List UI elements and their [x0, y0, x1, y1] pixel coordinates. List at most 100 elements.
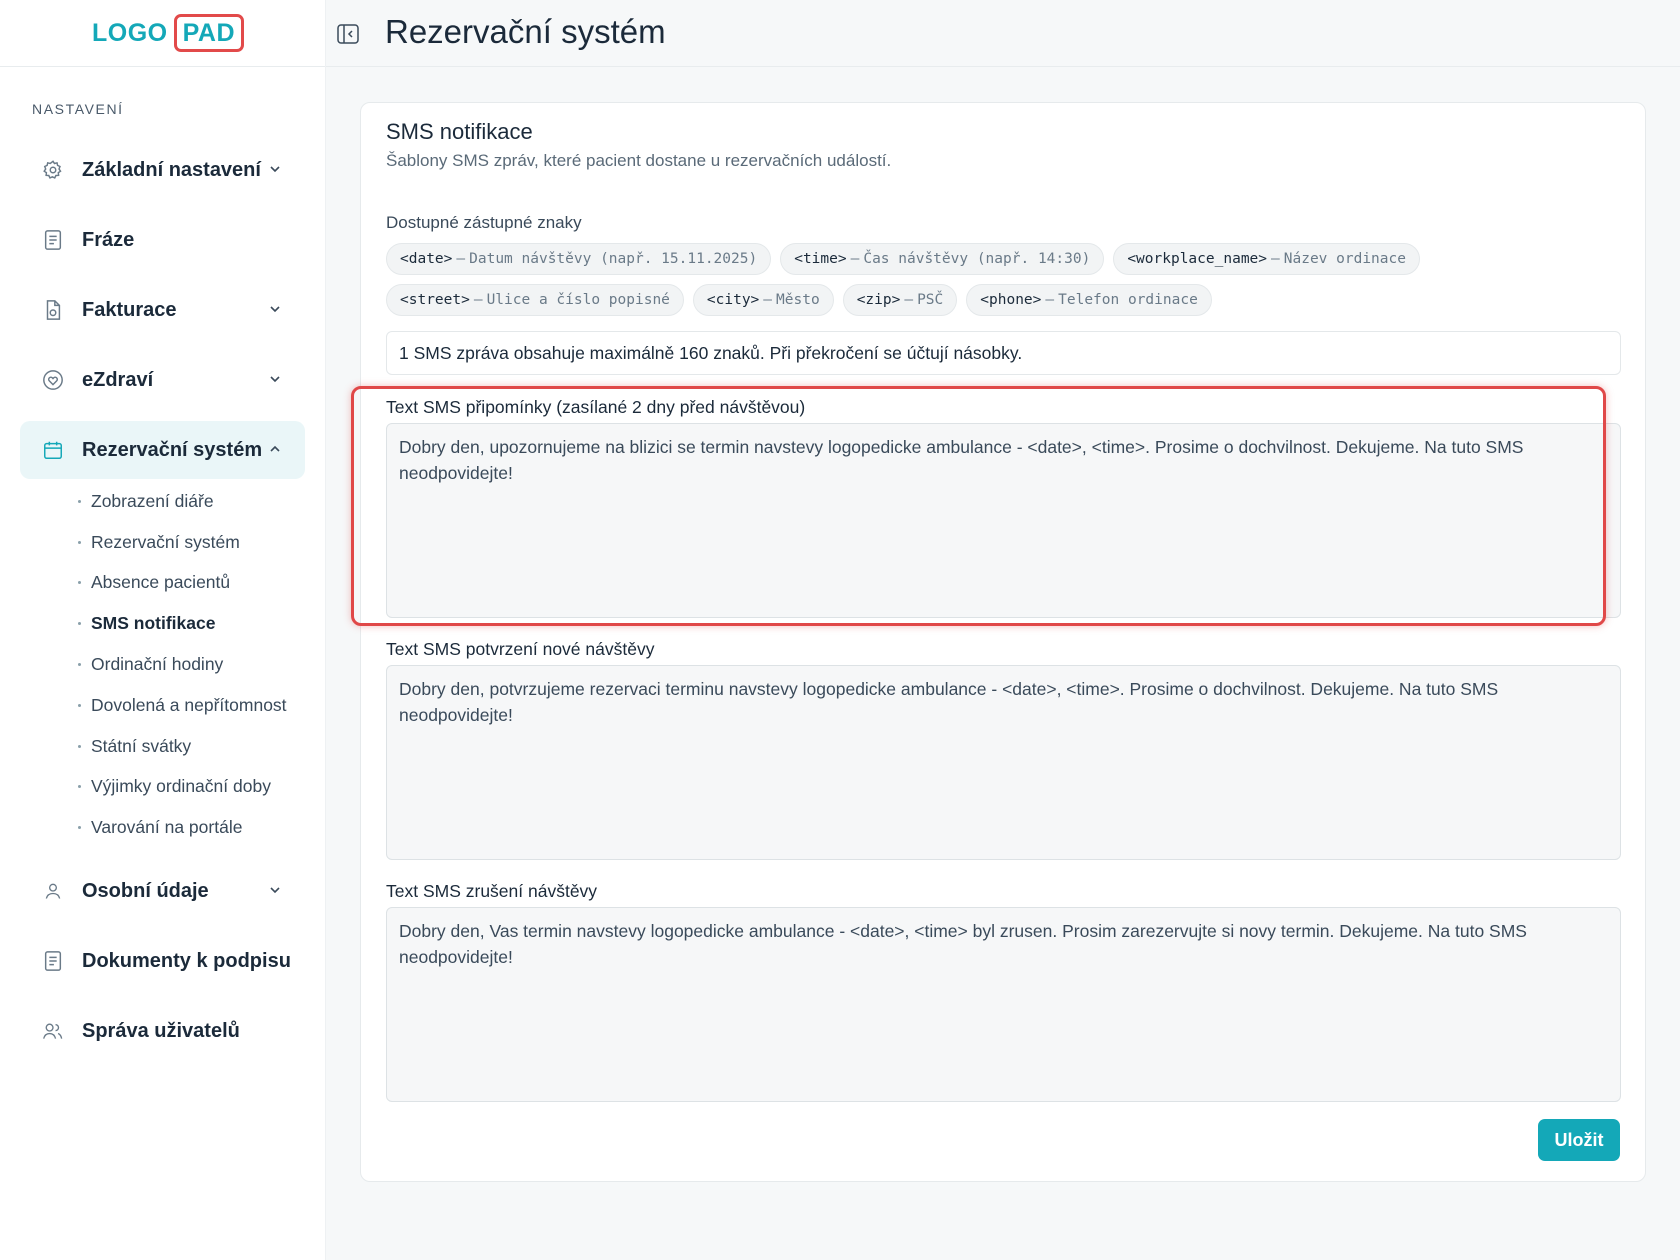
chip-desc: Čas návštěvy (např. 14:30)	[863, 251, 1091, 267]
placeholder-chip-workplace: <workplace_name> – Název ordinace	[1113, 243, 1420, 275]
chevron-up-icon	[270, 445, 280, 452]
chevron-down-icon	[270, 376, 280, 383]
calendar-icon	[42, 439, 64, 461]
sidebar-item-dokumenty[interactable]: Dokumenty k podpisu	[20, 932, 305, 990]
chip-dash: –	[763, 292, 773, 308]
subitem-label: Dovolená a nepřítomnost	[91, 695, 287, 715]
chip-tag: <workplace_name>	[1127, 251, 1268, 267]
bullet-dot	[78, 826, 81, 829]
sidebar-item-label: Fráze	[82, 228, 135, 251]
logo-part-1: LOGO	[92, 18, 168, 47]
sidebar-item-label: Rezervační systém	[82, 438, 263, 461]
chip-desc: Datum návštěvy (např. 15.11.2025)	[469, 251, 758, 267]
logo-part-2: PAD	[173, 14, 245, 52]
reminder-textarea[interactable]: Dobry den, upozornujeme na blizici se te…	[386, 423, 1621, 618]
sidebar-item-label: Základní nastavení	[82, 158, 261, 181]
sms-notification-card: SMS notifikace Šablony SMS zpráv, které …	[351, 102, 1646, 1182]
chip-dash: –	[904, 292, 914, 308]
subitem-label: Rezervační systém	[91, 532, 240, 552]
save-button[interactable]: Uložit	[1538, 1119, 1620, 1161]
subitem-label: SMS notifikace	[91, 613, 216, 633]
gear-icon	[42, 159, 64, 181]
chip-tag: <time>	[794, 251, 847, 267]
invoice-icon	[42, 299, 64, 321]
logo-area: LOGO PAD	[0, 0, 325, 67]
subitem-label: Výjimky ordinační doby	[91, 776, 271, 796]
placeholder-chip-time: <time> – Čas návštěvy (např. 14:30)	[780, 243, 1105, 275]
sidebar-item-osobni-udaje[interactable]: Osobní údaje	[20, 862, 305, 920]
chevron-down-icon	[270, 306, 280, 313]
chip-dash: –	[1045, 292, 1055, 308]
confirmation-label: Text SMS potvrzení nové návštěvy	[386, 639, 655, 659]
sidebar-item-zakladni-nastaveni[interactable]: Základní nastavení	[20, 141, 305, 199]
chip-tag: <zip>	[856, 292, 901, 308]
chip-desc: Ulice a číslo popisné	[486, 292, 670, 308]
chip-row: <street> – Ulice a číslo popisné <city> – Mě…	[386, 284, 1626, 316]
document-icon	[42, 950, 64, 972]
subitem-label: Státní svátky	[91, 736, 192, 756]
bullet-dot	[78, 704, 81, 707]
card-title: SMS notifikace	[386, 119, 533, 144]
users-icon	[42, 1020, 64, 1042]
sidebar-collapse-icon[interactable]	[336, 22, 360, 46]
bullet-dot	[78, 785, 81, 788]
placeholder-chip-phone: <phone> – Telefon ordinace	[966, 284, 1212, 316]
chip-dash: –	[456, 251, 466, 267]
logo[interactable]: LOGO PAD	[92, 14, 245, 52]
sidebar-item-fakturace[interactable]: Fakturace	[20, 281, 305, 339]
sidebar-subitem-sms-notifikace[interactable]: SMS notifikace	[78, 613, 215, 634]
sidebar-subitem-varovani[interactable]: Varování na portále	[78, 817, 242, 838]
sidebar-subitem-dovolena[interactable]: Dovolená a nepřítomnost	[78, 695, 287, 716]
chip-tag: <street>	[400, 292, 470, 308]
bullet-dot	[78, 663, 81, 666]
sidebar-item-label: Osobní údaje	[82, 879, 209, 902]
bullet-dot	[78, 500, 81, 503]
placeholder-chips: <date> – Datum návštěvy (např. 15.11.2025)…	[386, 243, 1626, 325]
chip-row: <date> – Datum návštěvy (např. 15.11.2025)…	[386, 243, 1626, 275]
page-title: Rezervační systém	[385, 13, 666, 50]
chevron-down-icon	[270, 887, 280, 894]
bullet-dot	[78, 622, 81, 625]
heart-shield-icon	[42, 369, 64, 391]
chevron-down-icon	[270, 166, 280, 173]
placeholder-chip-zip: <zip> – PSČ	[842, 284, 958, 316]
chip-dash: –	[1271, 251, 1280, 267]
sidebar-subitem-vyjimky[interactable]: Výjimky ordinační doby	[78, 776, 271, 797]
sidebar-item-label: Správa uživatelů	[82, 1019, 240, 1042]
reminder-label: Text SMS připomínky (zasílané 2 dny před…	[386, 397, 806, 417]
chip-desc: Název ordinace	[1283, 251, 1406, 267]
sidebar-item-label: Dokumenty k podpisu	[82, 949, 291, 972]
chip-dash: –	[850, 251, 860, 267]
sidebar-item-label: Fakturace	[82, 298, 177, 321]
placeholders-label: Dostupné zástupné znaky	[386, 213, 582, 232]
bullet-dot	[78, 541, 81, 544]
chip-desc: Město	[776, 292, 820, 308]
card-subtitle: Šablony SMS zpráv, které pacient dostane…	[386, 151, 892, 170]
chip-tag: <date>	[400, 251, 453, 267]
sidebar-subitem-zobrazeni-diare[interactable]: Zobrazení diáře	[78, 491, 214, 512]
sidebar: LOGO PAD NASTAVENÍ Základní nastavení Fr…	[0, 0, 326, 1260]
placeholder-chip-date: <date> – Datum návštěvy (např. 15.11.2025)	[386, 243, 772, 275]
cancellation-label: Text SMS zrušení návštěvy	[386, 881, 598, 901]
sidebar-subitem-rezervacni-system[interactable]: Rezervační systém	[78, 532, 240, 553]
sidebar-subitem-statni-svatky[interactable]: Státní svátky	[78, 736, 191, 757]
chip-desc: PSČ	[917, 292, 944, 308]
placeholder-chip-street: <street> – Ulice a číslo popisné	[386, 284, 684, 316]
chip-tag: <city>	[706, 292, 760, 308]
nav-section-title: NASTAVENÍ	[32, 101, 124, 117]
chip-desc: Telefon ordinace	[1058, 292, 1198, 308]
bullet-dot	[78, 581, 81, 584]
sms-length-info: 1 SMS zpráva obsahuje maximálně 160 znak…	[386, 331, 1621, 375]
sidebar-item-fraze[interactable]: Fráze	[20, 211, 305, 269]
confirmation-textarea[interactable]: Dobry den, potvrzujeme rezervaci terminu…	[386, 665, 1621, 860]
sidebar-item-sprava-uzivatelu[interactable]: Správa uživatelů	[20, 1002, 305, 1060]
document-icon	[42, 229, 64, 251]
sidebar-item-rezervacni-system[interactable]: Rezervační systém	[20, 421, 305, 479]
placeholder-chip-city: <city> – Město	[692, 284, 834, 316]
subitem-label: Ordinační hodiny	[91, 654, 224, 674]
sidebar-item-label: eZdraví	[82, 368, 154, 391]
sidebar-subitem-ordinacni-hodiny[interactable]: Ordinační hodiny	[78, 654, 223, 675]
sidebar-subitem-absence-pacientu[interactable]: Absence pacientů	[78, 572, 230, 593]
sidebar-item-ezdravi[interactable]: eZdraví	[20, 351, 305, 409]
cancellation-textarea[interactable]: Dobry den, Vas termin navstevy logopedic…	[386, 907, 1621, 1102]
